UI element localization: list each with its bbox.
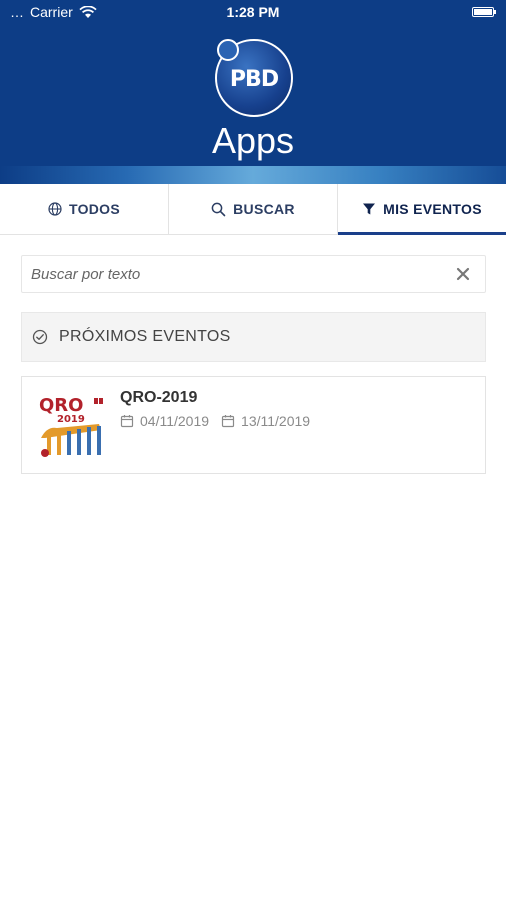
logo-bubble [217,39,239,61]
section-title: PRÓXIMOS EVENTOS [59,328,231,345]
logo-text: PBD [229,67,279,92]
status-time: 1:28 PM [226,4,280,20]
tab-todos-label: TODOS [68,201,121,217]
end-date-text: 13/11/2019 [241,413,311,429]
search-placeholder: Buscar por texto [31,266,141,283]
tab-buscar-label: BUSCAR [233,201,295,217]
status-bar: … Carrier 1:28 PM [0,0,506,26]
thumb-line1: QRO [39,395,83,416]
filter-icon [363,203,376,215]
check-circle-icon [32,329,48,345]
tab-bar: TODOS BUSCAR MIS EVENTOS [0,184,506,235]
event-dates: 04/11/2019 13/11/2019 [120,413,322,429]
tab-mis-eventos[interactable]: MIS EVENTOS [338,184,506,235]
start-date-text: 04/11/2019 [140,413,210,429]
header-wave [0,166,506,184]
app-header: … Carrier 1:28 PM PBD Apps [0,0,506,184]
event-card[interactable]: QRO 2019 QRO-2019 04/11/2019 13/11/2019 [21,376,486,474]
tab-todos[interactable]: TODOS [0,184,169,234]
tab-buscar[interactable]: BUSCAR [169,184,338,234]
event-thumbnail: QRO 2019 [37,390,107,460]
start-date: 04/11/2019 [120,413,209,429]
globe-icon [48,202,62,216]
search-icon [211,202,226,216]
clear-search-icon[interactable] [454,265,472,283]
app-title: Apps [211,120,295,161]
battery-icon [472,7,496,17]
thumb-line2: 2019 [57,414,85,425]
calendar-icon [120,415,134,428]
search-input[interactable]: Buscar por texto [21,255,486,293]
end-date: 13/11/2019 [221,413,310,429]
upcoming-events-header: PRÓXIMOS EVENTOS [21,312,486,362]
calendar-icon [221,415,235,428]
pbd-logo: PBD [215,39,293,117]
tab-mis-eventos-label: MIS EVENTOS [383,201,482,217]
event-title: QRO-2019 [120,389,198,406]
